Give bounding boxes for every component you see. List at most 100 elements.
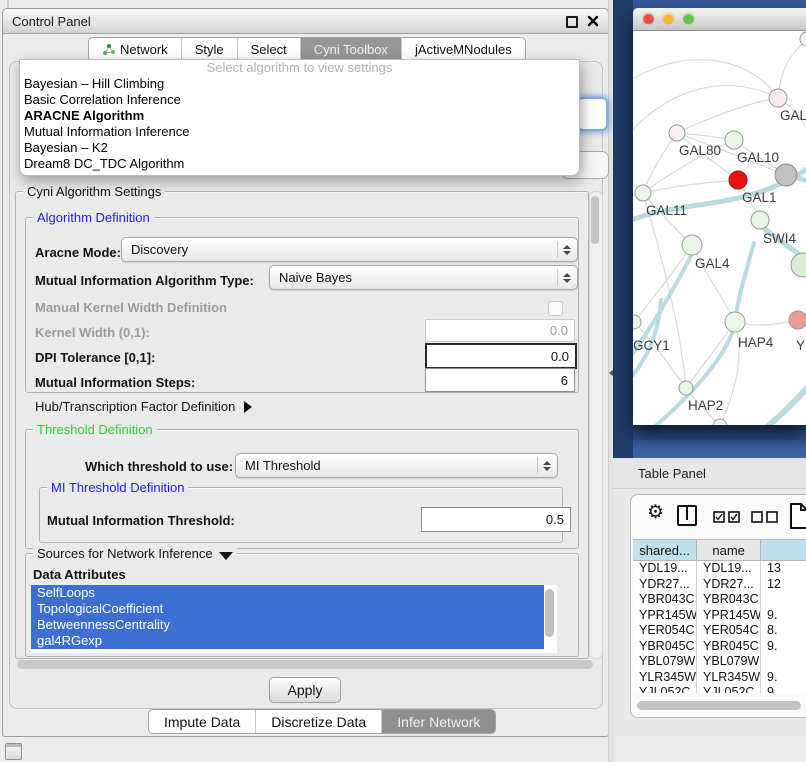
tab-network[interactable]: Network: [89, 38, 182, 61]
table-row[interactable]: YDR27...YDR27...12: [633, 577, 806, 593]
node-bottom[interactable]: [713, 419, 727, 425]
mi-steps-field[interactable]: 6: [425, 368, 575, 392]
table-row[interactable]: YBL079WYBL079W: [633, 654, 806, 670]
table-cell[interactable]: YLR345W: [697, 670, 761, 686]
data-attributes-list[interactable]: SelfLoopsTopologicalCoefficientBetweenne…: [31, 585, 557, 653]
network-graph[interactable]: GALGAL80GAL10GAL1GAL11SWI4GAL4GCY1HAP4YH…: [633, 30, 806, 425]
node-red[interactable]: [729, 171, 747, 189]
table-cell[interactable]: YBR043C: [633, 592, 697, 608]
node-hap4[interactable]: [725, 312, 745, 332]
dropdown-item-bayesian-k2[interactable]: Bayesian – K2: [20, 140, 579, 156]
table-row[interactable]: YJL052CYJL052C9: [633, 685, 806, 693]
table-row[interactable]: YER054CYER054C8.: [633, 623, 806, 639]
network-edge[interactable]: [643, 133, 677, 193]
expand-arrow-icon[interactable]: [244, 401, 252, 413]
column-header-shared[interactable]: shared...: [633, 539, 697, 561]
mi-algorithm-type-combo[interactable]: Naive Bayes: [269, 265, 578, 290]
kernel-width-field[interactable]: 0.0: [425, 319, 575, 342]
table-cell[interactable]: 9.: [761, 670, 806, 686]
network-edge[interactable]: [634, 245, 692, 322]
tab-style[interactable]: Style: [182, 38, 238, 61]
node-gal-top[interactable]: [769, 89, 787, 107]
table-cell[interactable]: 12: [761, 577, 806, 593]
network-edge[interactable]: [686, 322, 735, 388]
table-settings-gear-icon[interactable]: ⚙: [647, 501, 664, 524]
table-cell[interactable]: 9: [761, 685, 806, 693]
aracne-mode-combo[interactable]: Discovery: [121, 237, 578, 262]
table-cell[interactable]: 13: [761, 561, 806, 577]
table-row[interactable]: YLR345WYLR345W9.: [633, 670, 806, 686]
table-row[interactable]: YBR045CYBR045C9.: [633, 639, 806, 655]
table-cell[interactable]: YBR045C: [697, 639, 761, 655]
tab-cyni-toolbox[interactable]: Cyni Toolbox: [301, 38, 402, 61]
mi-threshold-field[interactable]: 0.5: [421, 507, 571, 532]
table-horizontal-scrollbar-thumb[interactable]: [637, 701, 801, 710]
settings-vertical-scrollbar[interactable]: [589, 191, 603, 659]
network-edge[interactable]: [778, 39, 806, 98]
attribute-item-selfloops[interactable]: SelfLoops: [31, 585, 544, 601]
column-header-name[interactable]: name: [697, 539, 761, 561]
close-icon[interactable]: [587, 15, 599, 27]
table-cell[interactable]: YBR045C: [633, 639, 697, 655]
tab-infer-network[interactable]: Infer Network: [382, 710, 495, 733]
dropdown-item-basic-correlation-inference[interactable]: Basic Correlation Inference: [20, 92, 579, 108]
table-cell[interactable]: YBR043C: [697, 592, 761, 608]
table-cell[interactable]: YER054C: [633, 623, 697, 639]
table-cell[interactable]: 9.: [761, 608, 806, 624]
network-edge[interactable]: [643, 180, 738, 193]
node-top-right[interactable]: [800, 32, 806, 46]
select-all-columns-icon[interactable]: [713, 511, 741, 524]
tab-impute-data[interactable]: Impute Data: [149, 710, 256, 733]
node-salmon[interactable]: [789, 311, 806, 329]
node-gal4[interactable]: [682, 235, 702, 255]
node-big-green[interactable]: [791, 253, 806, 277]
table-cell[interactable]: YER054C: [697, 623, 761, 639]
zoom-traffic-light-icon[interactable]: [683, 13, 694, 24]
node-gal11[interactable]: [635, 185, 651, 201]
list-scrollbar-thumb[interactable]: [545, 589, 554, 637]
dropdown-item-mutual-information-inference[interactable]: Mutual Information Inference: [20, 124, 579, 140]
minimize-traffic-light-icon[interactable]: [663, 13, 674, 24]
node-gcy1[interactable]: [633, 315, 641, 329]
table-row[interactable]: YPR145WYPR145W9.: [633, 608, 806, 624]
tab-discretize-data[interactable]: Discretize Data: [256, 710, 382, 733]
network-edge[interactable]: [633, 60, 778, 98]
node-gal80[interactable]: [669, 125, 685, 141]
table-cell[interactable]: YPR145W: [633, 608, 697, 624]
node-attribute-table[interactable]: shared...name YDL19...YDL19...13YDR27...…: [633, 539, 806, 693]
table-cell[interactable]: YDL19...: [633, 561, 697, 577]
collapse-arrow-icon[interactable]: [219, 552, 233, 560]
table-cell[interactable]: YLR345W: [633, 670, 697, 686]
dpi-tolerance-field[interactable]: 0.0: [425, 343, 577, 369]
table-cell[interactable]: YJL052C: [633, 685, 697, 693]
node-gray[interactable]: [775, 164, 797, 186]
table-row[interactable]: YBR043CYBR043C: [633, 592, 806, 608]
settings-horizontal-scrollbar[interactable]: [15, 659, 601, 671]
network-window-titlebar[interactable]: [633, 8, 806, 31]
column-layout-icon[interactable]: [677, 505, 697, 526]
close-traffic-light-icon[interactable]: [643, 13, 654, 24]
minimized-panel-icon[interactable]: [5, 743, 22, 760]
table-cell[interactable]: YDL19...: [697, 561, 761, 577]
table-row[interactable]: YDL19...YDL19...13: [633, 561, 806, 577]
table-cell[interactable]: YDR27...: [697, 577, 761, 593]
manual-kernel-checkbox[interactable]: [548, 301, 563, 316]
which-threshold-combo[interactable]: MI Threshold: [235, 453, 558, 478]
network-edge-thick[interactable]: [763, 382, 806, 425]
apply-button[interactable]: Apply: [269, 677, 341, 703]
hub-section-toggle[interactable]: Hub/Transcription Factor Definition: [35, 399, 252, 414]
table-cell[interactable]: YDR27...: [633, 577, 697, 593]
table-cell[interactable]: YBL079W: [633, 654, 697, 670]
scrollbar-thumb[interactable]: [591, 196, 599, 244]
table-cell[interactable]: [761, 592, 806, 608]
attribute-item-betweennesscentrality[interactable]: BetweennessCentrality: [31, 617, 544, 633]
table-cell[interactable]: [761, 654, 806, 670]
unselect-all-columns-icon[interactable]: [751, 511, 779, 524]
tab-select[interactable]: Select: [238, 38, 301, 61]
table-cell[interactable]: YJL052C: [697, 685, 761, 693]
dropdown-item-aracne-algorithm[interactable]: ARACNE Algorithm: [20, 108, 579, 124]
tab-jactivemnodules[interactable]: jActiveMNodules: [402, 38, 525, 61]
node-swi4[interactable]: [751, 211, 769, 229]
dropdown-item-dream8-dc-tdc-algorithm[interactable]: Dream8 DC_TDC Algorithm: [20, 156, 579, 172]
table-cell[interactable]: 8.: [761, 623, 806, 639]
